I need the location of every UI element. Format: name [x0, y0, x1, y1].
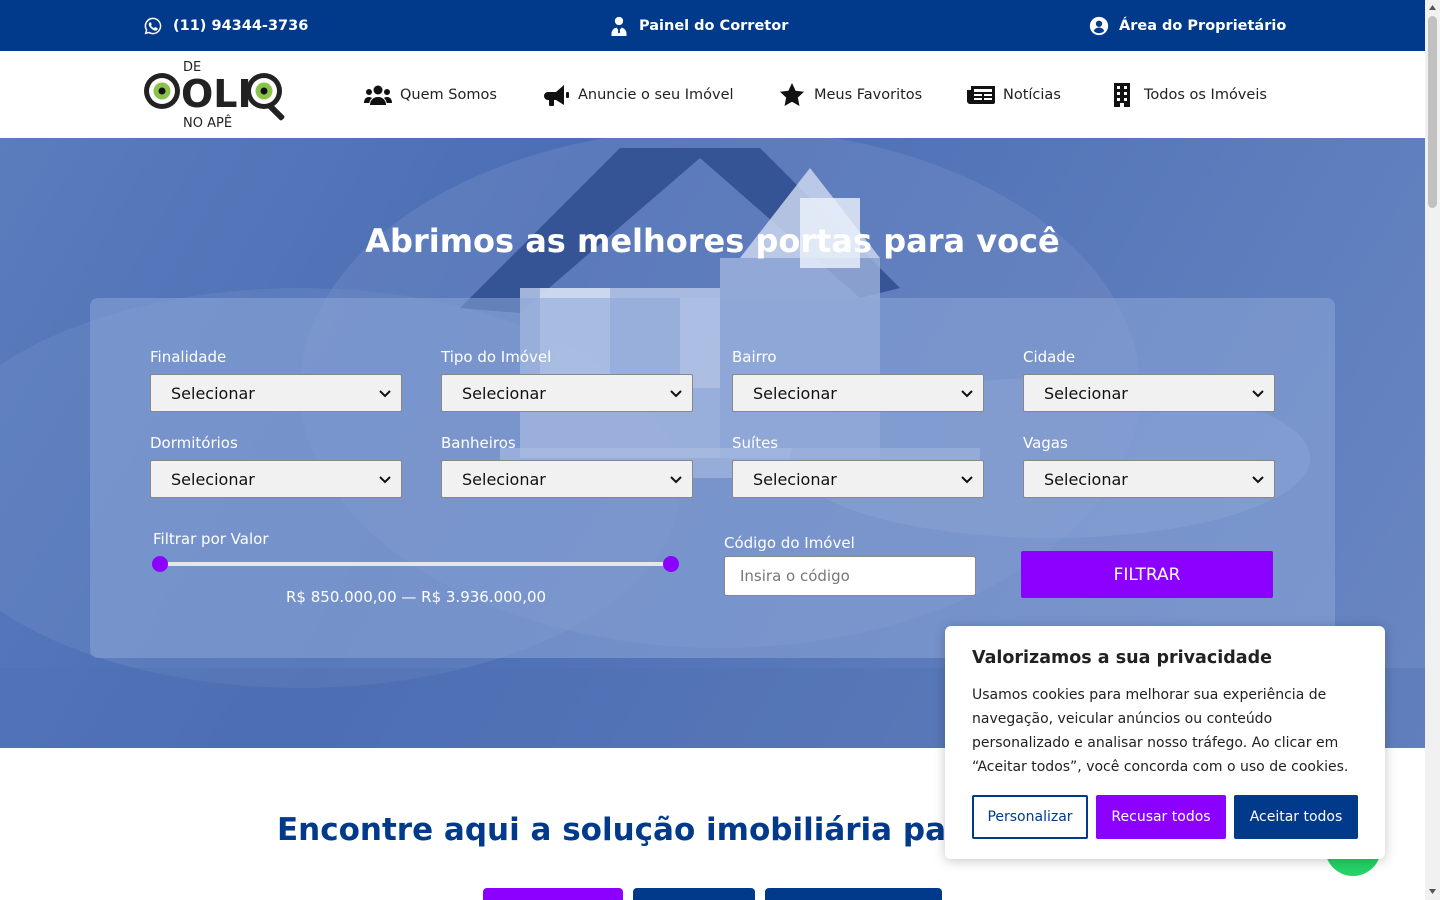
chevron-down-icon	[670, 476, 682, 484]
star-icon	[780, 82, 804, 106]
scrollbar-thumb[interactable]	[1428, 16, 1437, 208]
chevron-down-icon	[670, 390, 682, 398]
filter-suites: Suítes Selecionar	[732, 434, 984, 498]
filter-city-value: Selecionar	[1044, 383, 1128, 403]
nav-item-news[interactable]: Notícias	[967, 51, 1061, 138]
filter-bathrooms-value: Selecionar	[462, 469, 546, 489]
nav-label-favorites: Meus Favoritos	[814, 86, 923, 103]
filter-city-select[interactable]: Selecionar	[1023, 374, 1275, 412]
scroll-down-arrow-icon[interactable]	[1428, 887, 1437, 896]
filter-bedrooms-label: Dormitórios	[150, 434, 238, 452]
filter-parking-value: Selecionar	[1044, 469, 1128, 489]
filter-parking: Vagas Selecionar	[1023, 434, 1275, 498]
users-icon	[364, 85, 392, 105]
chevron-down-icon	[961, 390, 973, 398]
owner-area-label: Área do Proprietário	[1119, 17, 1287, 34]
filter-suites-value: Selecionar	[753, 469, 837, 489]
filter-bedrooms-select[interactable]: Selecionar	[150, 460, 402, 498]
price-range-values: R$ 850.000,00 — R$ 3.936.000,00	[286, 588, 547, 606]
filter-purpose: Finalidade Selecionar	[150, 348, 402, 412]
price-slider-min-handle[interactable]	[152, 556, 168, 572]
cookie-text: Usamos cookies para melhorar sua experiê…	[972, 687, 1349, 775]
filter-suites-label: Suítes	[732, 434, 779, 452]
filter-city: Cidade Selecionar	[1023, 348, 1275, 412]
chevron-down-icon	[1252, 476, 1264, 484]
cookie-title: Valorizamos a sua privacidade	[972, 648, 1272, 668]
filter-property-type-value: Selecionar	[462, 383, 546, 403]
filter-city-label: Cidade	[1023, 348, 1076, 366]
user-circle-icon	[1089, 16, 1109, 35]
price-slider-track[interactable]	[160, 562, 671, 566]
owner-area-link[interactable]: Área do Proprietário	[1089, 0, 1286, 51]
nav-label-news: Notícias	[1003, 86, 1061, 103]
filter-bedrooms-value: Selecionar	[171, 469, 255, 489]
filter-purpose-label: Finalidade	[150, 348, 227, 366]
page-scrollbar[interactable]	[1425, 0, 1440, 900]
cookie-accept-button[interactable]: Aceitar todos	[1234, 795, 1358, 839]
section-title: Encontre aqui a solução imobiliária para	[277, 812, 983, 848]
main-navbar: DE OLH NO APÊ Quem Somos Anuncie o seu I…	[0, 51, 1425, 138]
nav-item-all-properties[interactable]: Todos os Imóveis	[1108, 51, 1267, 138]
nav-label-all-properties: Todos os Imóveis	[1144, 86, 1267, 103]
newspaper-icon	[967, 85, 995, 104]
megaphone-icon	[544, 84, 569, 106]
filter-suites-select[interactable]: Selecionar	[732, 460, 984, 498]
filter-property-type: Tipo do Imóvel Selecionar	[441, 348, 693, 412]
filter-bathrooms-select[interactable]: Selecionar	[441, 460, 693, 498]
filter-neighborhood: Bairro Selecionar	[732, 348, 984, 412]
chevron-down-icon	[1252, 390, 1264, 398]
building-icon	[1114, 82, 1130, 107]
nav-label-about: Quem Somos	[400, 86, 497, 103]
scroll-up-arrow-icon[interactable]	[1428, 3, 1437, 12]
price-slider-max-handle[interactable]	[663, 556, 679, 572]
chevron-down-icon	[961, 476, 973, 484]
nav-item-about[interactable]: Quem Somos	[364, 51, 497, 138]
nav-item-favorites[interactable]: Meus Favoritos	[778, 51, 922, 138]
category-tab-3[interactable]	[765, 888, 942, 900]
cookie-consent-banner: Valorizamos a sua privacidade Usamos coo…	[945, 626, 1385, 859]
filter-parking-select[interactable]: Selecionar	[1023, 460, 1275, 498]
nav-label-advertise: Anuncie o seu Imóvel	[578, 86, 734, 103]
filter-purpose-value: Selecionar	[171, 383, 255, 403]
filter-property-type-label: Tipo do Imóvel	[441, 348, 552, 366]
nav-item-advertise[interactable]: Anuncie o seu Imóvel	[542, 51, 734, 138]
filter-bedrooms: Dormitórios Selecionar	[150, 434, 402, 498]
phone-link[interactable]: (11) 94344-3736	[143, 0, 308, 51]
filter-purpose-select[interactable]: Selecionar	[150, 374, 402, 412]
logo-graphic: DE OLH NO APÊ	[144, 60, 285, 131]
filter-bathrooms: Banheiros Selecionar	[441, 434, 693, 498]
hero-title: Abrimos as melhores portas para você	[365, 222, 1060, 260]
price-filter-label: Filtrar por Valor	[153, 530, 269, 548]
category-tab-1[interactable]	[483, 888, 623, 900]
category-tab-2[interactable]	[633, 888, 755, 900]
whatsapp-icon	[144, 17, 162, 34]
filter-neighborhood-value: Selecionar	[753, 383, 837, 403]
top-bar: (11) 94344-3736 Painel do Corretor Área …	[0, 0, 1425, 51]
chevron-down-icon	[379, 390, 391, 398]
user-tie-icon	[611, 16, 627, 36]
cookie-customize-button[interactable]: Personalizar	[972, 795, 1088, 839]
chevron-down-icon	[379, 476, 391, 484]
property-code-input[interactable]	[724, 556, 976, 596]
property-code-label: Código do Imóvel	[724, 534, 855, 552]
filter-parking-label: Vagas	[1023, 434, 1068, 452]
filter-neighborhood-select[interactable]: Selecionar	[732, 374, 984, 412]
cookie-reject-button[interactable]: Recusar todos	[1096, 795, 1226, 839]
broker-panel-label: Painel do Corretor	[639, 17, 789, 34]
logo-text-bottom: NO APÊ	[183, 115, 232, 131]
phone-number: (11) 94344-3736	[173, 17, 309, 34]
filter-button[interactable]: FILTRAR	[1021, 551, 1273, 598]
logo[interactable]: DE OLH NO APÊ	[141, 57, 296, 133]
filter-neighborhood-label: Bairro	[732, 348, 777, 366]
filter-bathrooms-label: Banheiros	[441, 434, 516, 452]
property-code-field: Código do Imóvel	[724, 534, 976, 596]
broker-panel-link[interactable]: Painel do Corretor	[609, 0, 788, 51]
property-filter-form: Finalidade Selecionar Tipo do Imóvel Sel…	[90, 298, 1335, 658]
filter-property-type-select[interactable]: Selecionar	[441, 374, 693, 412]
